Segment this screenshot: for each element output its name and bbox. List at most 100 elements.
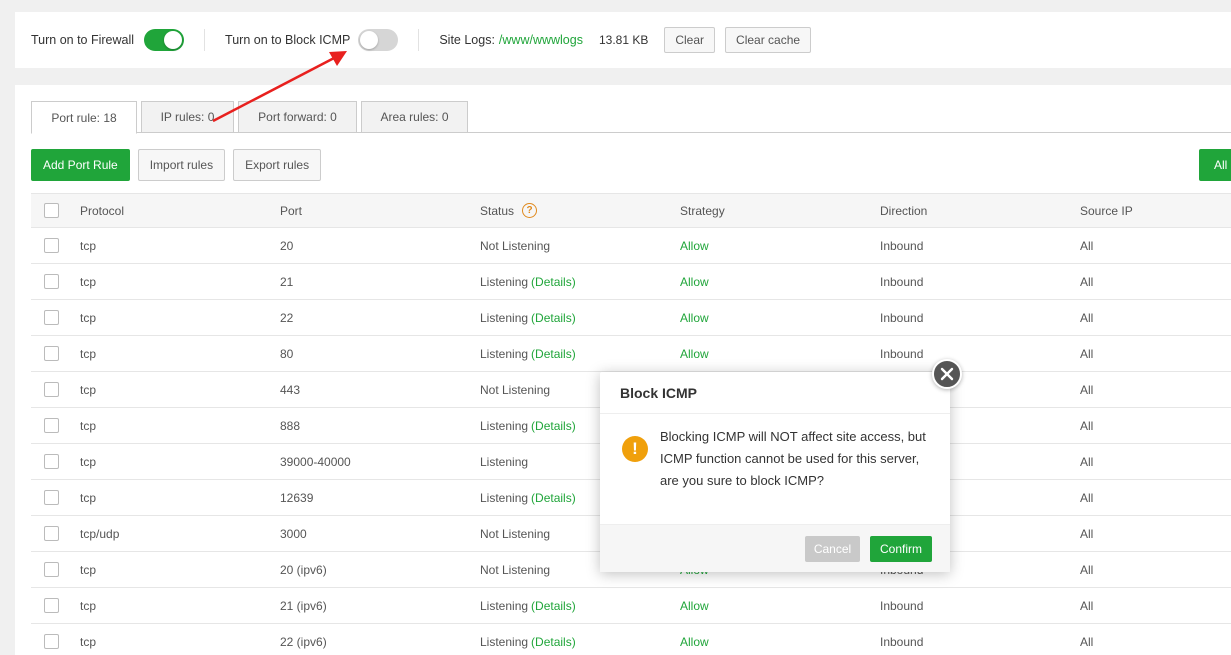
row-checkbox[interactable] [44,634,59,649]
cell-port: 20 (ipv6) [280,562,327,577]
cell-source-ip: All [1080,490,1094,505]
tab-ip-rules[interactable]: IP rules: 0 [141,101,234,133]
row-checkbox[interactable] [44,526,59,541]
cell-port: 80 [280,346,294,361]
rules-tabs: Port rule: 18 IP rules: 0 Port forward: … [31,101,1231,134]
cell-protocol: tcp [80,454,97,469]
status-text: Not Listening [480,526,551,541]
status-text: Listening [480,346,529,361]
cell-status: Listening (Details) [480,624,576,655]
cell-protocol: tcp [80,382,97,397]
toggle-knob [360,31,379,49]
row-select-cell [44,516,59,551]
firewall-top-bar: Turn on to Firewall Turn on to Block ICM… [15,12,1231,68]
cell-direction: Inbound [880,238,924,253]
details-link[interactable]: (Details) [531,419,576,433]
import-rules-button[interactable]: Import rules [137,149,226,181]
cell-protocol: tcp [80,598,97,613]
cell-port: 22 [280,310,294,325]
cell-port: 20 [280,238,294,253]
site-logs-label: Site Logs: [439,33,495,47]
cell-source-ip: All [1080,454,1094,469]
details-link[interactable]: (Details) [531,599,576,613]
row-checkbox[interactable] [44,346,59,361]
header-status-cell: Status ? [480,194,538,227]
site-logs-path-link[interactable]: /www/wwwlogs [499,33,583,47]
select-all-checkbox[interactable] [44,203,59,218]
header-status: Status [480,203,515,218]
status-text: Listening [480,598,529,613]
cancel-button[interactable]: Cancel [805,536,860,562]
row-checkbox[interactable] [44,490,59,505]
header-protocol: Protocol [80,203,125,218]
row-checkbox[interactable] [44,382,59,397]
cell-direction: Inbound [880,346,924,361]
row-checkbox[interactable] [44,310,59,325]
row-select-cell [44,588,59,623]
details-link[interactable]: (Details) [531,491,576,505]
details-link[interactable]: (Details) [531,311,576,325]
tab-port-forward[interactable]: Port forward: 0 [238,101,357,133]
close-dialog-button[interactable] [932,359,962,389]
cell-status: Not Listening [480,228,550,263]
cell-port: 39000-40000 [280,454,351,469]
tab-port-rules[interactable]: Port rule: 18 [31,101,137,134]
status-text: Not Listening [480,238,551,253]
table-row: tcp 21 Listening (Details) Allow Inbound All [31,264,1231,300]
divider [418,29,420,51]
clear-logs-button[interactable]: Clear [664,27,716,53]
firewall-page: Turn on to Firewall Turn on to Block ICM… [0,0,1231,655]
cell-port: 12639 [280,490,314,505]
tab-area-rules[interactable]: Area rules: 0 [361,101,468,133]
cell-source-ip: All [1080,598,1094,613]
cell-strategy: Allow [680,346,709,361]
row-select-cell [44,480,59,515]
details-link[interactable]: (Details) [531,635,576,649]
dialog-title: Block ICMP [600,372,950,414]
help-icon[interactable]: ? [522,203,538,218]
cell-source-ip: All [1080,526,1094,541]
firewall-toggle[interactable] [144,29,185,51]
row-select-cell [44,300,59,335]
cell-status: Listening [480,444,528,479]
details-link[interactable]: (Details) [531,347,576,361]
cell-source-ip: All [1080,310,1094,325]
cell-source-ip: All [1080,562,1094,577]
toggle-knob [164,31,183,49]
cell-source-ip: All [1080,238,1094,253]
cell-source-ip: All [1080,634,1094,649]
row-checkbox[interactable] [44,418,59,433]
row-checkbox[interactable] [44,562,59,577]
details-link[interactable]: (Details) [531,275,576,289]
cell-strategy: Allow [680,634,709,649]
row-select-cell [44,444,59,479]
confirm-button[interactable]: Confirm [870,536,932,562]
cell-direction: Inbound [880,274,924,289]
block-icmp-dialog: Block ICMP ! Blocking ICMP will NOT affe… [600,372,950,572]
all-filter-button[interactable]: All [1199,149,1231,181]
row-checkbox[interactable] [44,274,59,289]
row-checkbox[interactable] [44,238,59,253]
cell-source-ip: All [1080,418,1094,433]
status-text: Listening [480,454,529,469]
cell-protocol: tcp [80,562,97,577]
clear-cache-button[interactable]: Clear cache [725,27,812,53]
table-row: tcp 21 (ipv6) Listening (Details) Allow Inbou… [31,588,1231,624]
row-checkbox[interactable] [44,598,59,613]
cell-port: 443 [280,382,301,397]
cell-direction: Inbound [880,634,924,649]
header-strategy: Strategy [680,203,725,218]
dialog-body: ! Blocking ICMP will NOT affect site acc… [622,429,930,492]
export-rules-button[interactable]: Export rules [233,149,322,181]
block-icmp-toggle[interactable] [358,29,399,51]
cell-port: 22 (ipv6) [280,634,327,649]
cell-protocol: tcp [80,418,97,433]
cell-port: 3000 [280,526,307,541]
row-checkbox[interactable] [44,454,59,469]
add-port-rule-button[interactable]: Add Port Rule [31,149,130,181]
cell-protocol: tcp [80,346,97,361]
table-row: tcp 22 (ipv6) Listening (Details) Allow Inbou… [31,624,1231,655]
cell-port: 21 (ipv6) [280,598,327,613]
cell-direction: Inbound [880,598,924,613]
cell-protocol: tcp [80,274,97,289]
